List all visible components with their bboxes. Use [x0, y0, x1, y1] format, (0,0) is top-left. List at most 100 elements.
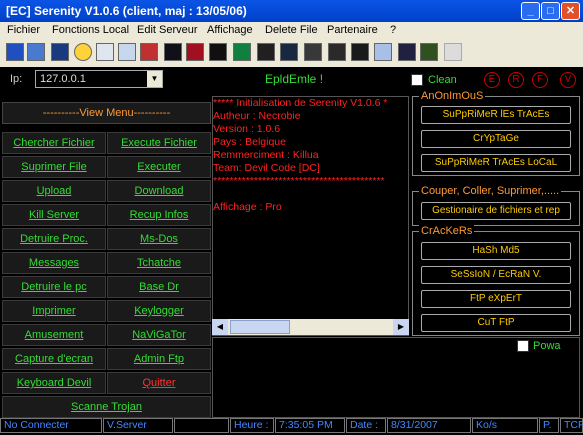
dark-icon-4[interactable]	[280, 43, 298, 61]
printer-icon[interactable]	[374, 43, 392, 61]
output-panel[interactable]: Powa	[212, 337, 580, 418]
keyboard-devil-button[interactable]: Keyboard Devil	[2, 372, 106, 394]
network-icon[interactable]	[27, 43, 45, 61]
tools-icon[interactable]	[96, 43, 114, 61]
cryptage-button[interactable]: CrYpTaGe	[421, 130, 571, 148]
crackers-title: CrAcKeRs	[419, 225, 475, 237]
capture-ecran-button[interactable]: Capture d'ecran	[2, 348, 106, 370]
flag-icon[interactable]	[140, 43, 158, 61]
session-ecran-button[interactable]: SeSsIoN / EcRaN V.	[421, 266, 571, 284]
view-menu-header[interactable]: ----------View Menu----------	[2, 102, 211, 124]
console-line: Autheur : Necrobie	[213, 110, 301, 122]
files-group: Couper, Coller, Suprimer,..... Gestionai…	[412, 185, 580, 226]
powa-checkbox[interactable]	[517, 340, 529, 352]
admin-ftp-button[interactable]: Admin Ftp	[107, 348, 211, 370]
ip-combo[interactable]: 127.0.0.1 ▼	[35, 70, 163, 88]
suprimer-file-button[interactable]: Suprimer File	[2, 156, 106, 178]
amusement-button[interactable]: Amusement	[2, 324, 106, 346]
ftp-expert-button[interactable]: FtP eXpErT	[421, 290, 571, 308]
file-manager-button[interactable]: Gestionaire de fichiers et rep	[421, 202, 571, 220]
upload-button[interactable]: Upload	[2, 180, 106, 202]
detruire-pc-button[interactable]: Detruire le pc	[2, 276, 106, 298]
minimize-button[interactable]: _	[521, 2, 540, 20]
powa-label: Powa	[533, 340, 561, 352]
console-horizontal-scrollbar[interactable]: ◀ ▶	[212, 319, 409, 335]
dropdown-arrow-icon[interactable]: ▼	[147, 71, 162, 87]
menu-edit-serveur[interactable]: Edit Serveur	[137, 24, 198, 36]
files-title: Couper, Coller, Suprimer,.....	[419, 185, 562, 197]
bank-icon[interactable]	[420, 43, 438, 61]
smiley-icon[interactable]	[74, 43, 92, 61]
detruire-proc-button[interactable]: Detruire Proc.	[2, 228, 106, 250]
settings-icon[interactable]	[118, 43, 136, 61]
window-title: [EC] Serenity V1.0.6 (client, maj : 13/0…	[6, 4, 247, 18]
red-icon[interactable]	[186, 43, 204, 61]
menu-partenaire[interactable]: Partenaire	[327, 24, 378, 36]
dark-icon-1[interactable]	[164, 43, 182, 61]
f-button[interactable]: F	[532, 72, 548, 88]
execute-fichier-button[interactable]: Execute Fichier	[107, 132, 211, 154]
anonymous-group: AnOnImOuS SuPpRiMeR lEs TrAcEs CrYpTaGe …	[412, 90, 580, 176]
quitter-button[interactable]: Quitter	[107, 372, 211, 394]
v-button[interactable]: V	[560, 72, 576, 88]
ip-label: Ip:	[10, 73, 23, 85]
cut-ftp-button[interactable]: CuT FtP	[421, 314, 571, 332]
e-button[interactable]: E	[484, 72, 500, 88]
connect-icon[interactable]	[6, 43, 24, 61]
menu-fichier[interactable]: Fichier	[7, 24, 40, 36]
status-bar: No Connecter V.Server Heure : 7:35:05 PM…	[0, 418, 583, 435]
imprimer-button[interactable]: Imprimer	[2, 300, 106, 322]
menu-help[interactable]: ?	[390, 24, 396, 36]
close-button[interactable]: ✕	[561, 2, 580, 20]
scroll-right-icon[interactable]: ▶	[393, 319, 409, 335]
heure-value: 7:35:05 PM	[275, 418, 345, 433]
skull-icon[interactable]	[328, 43, 346, 61]
executer-button[interactable]: Executer	[107, 156, 211, 178]
maximize-button[interactable]: □	[541, 2, 560, 20]
speed-value: Ko/s	[472, 418, 538, 433]
date-value: 8/31/2007	[387, 418, 471, 433]
devil-icon[interactable]	[304, 43, 322, 61]
port-label: P.	[539, 418, 559, 433]
console-line: Team: Devil Code [DC]	[213, 162, 320, 174]
menu-fonctions-local[interactable]: Fonctions Local	[52, 24, 129, 36]
menu-delete-file[interactable]: Delete File	[265, 24, 318, 36]
console-line: ****************************************…	[213, 175, 385, 187]
suppr-traces-local-button[interactable]: SuPpRiMeR TrAcEs LoCaL	[421, 154, 571, 172]
toolbar	[0, 39, 583, 67]
scroll-thumb[interactable]	[230, 320, 290, 334]
keylogger-button[interactable]: Keylogger	[107, 300, 211, 322]
recup-infos-button[interactable]: Recup Infos	[107, 204, 211, 226]
suppr-traces-button[interactable]: SuPpRiMeR lEs TrAcEs	[421, 106, 571, 124]
protocol-label: TCP	[560, 418, 583, 433]
scanne-trojan-button[interactable]: Scanne Trojan	[2, 396, 211, 418]
green-icon[interactable]	[233, 43, 251, 61]
navigator-button[interactable]: NaViGaTor	[107, 324, 211, 346]
command-panel: ----------View Menu---------- Chercher F…	[2, 96, 211, 418]
dark-icon-2[interactable]	[209, 43, 227, 61]
console-line: Pays : Belgique	[213, 136, 286, 148]
messages-button[interactable]: Messages	[2, 252, 106, 274]
chercher-fichier-button[interactable]: Chercher Fichier	[2, 132, 106, 154]
monitor-icon[interactable]	[51, 43, 69, 61]
download-button[interactable]: Download	[107, 180, 211, 202]
key-icon[interactable]	[444, 43, 462, 61]
ms-dos-button[interactable]: Ms-Dos	[107, 228, 211, 250]
tchatche-button[interactable]: Tchatche	[107, 252, 211, 274]
scroll-left-icon[interactable]: ◀	[212, 319, 228, 335]
kill-server-button[interactable]: Kill Server	[2, 204, 106, 226]
menu-affichage[interactable]: Affichage	[207, 24, 253, 36]
connection-status: EpldEmle !	[265, 72, 324, 86]
dark-icon-6[interactable]	[398, 43, 416, 61]
base-dr-button[interactable]: Base Dr	[107, 276, 211, 298]
console-line: Version : 1.0.6	[213, 123, 281, 135]
server-status-text: V.Server	[103, 418, 173, 433]
r-button[interactable]: R	[508, 72, 524, 88]
ip-value: 127.0.0.1	[40, 73, 86, 85]
dark-icon-5[interactable]	[351, 43, 369, 61]
dark-icon-3[interactable]	[257, 43, 275, 61]
clean-checkbox[interactable]	[411, 74, 423, 86]
hash-md5-button[interactable]: HaSh Md5	[421, 242, 571, 260]
clean-label: Clean	[428, 74, 457, 86]
